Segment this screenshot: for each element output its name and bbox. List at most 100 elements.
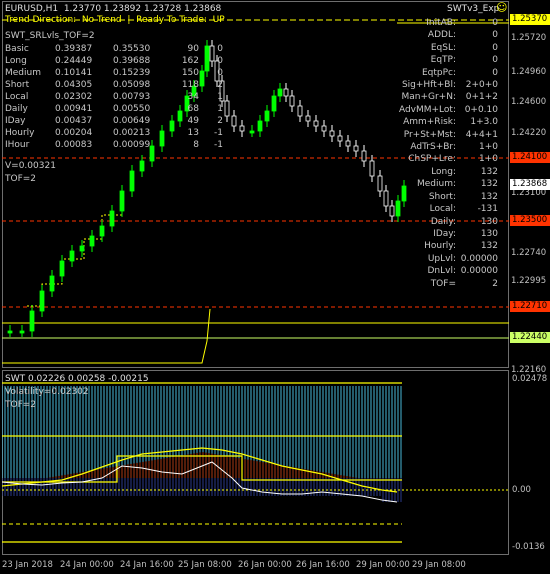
right-stat-row: InitAB: 0 (399, 17, 498, 29)
right-stat-key: Medium: (416, 179, 456, 190)
time-axis-label: 26 Jan 00:00 (238, 560, 292, 570)
right-stat-value: 0 (492, 67, 498, 78)
price-tag: 1.22710 (510, 301, 550, 312)
time-axis-label: 23 Jan 2018 (2, 560, 53, 570)
left-stat-a: 0.39387 (55, 44, 93, 54)
left-stat-c: 8 (193, 140, 199, 150)
right-stat-key: Daily: (430, 216, 456, 227)
left-stat-c: 34 (187, 92, 199, 102)
time-axis-label: 29 Jan 00:00 (356, 560, 410, 570)
right-stat-value: 0+0.10 (464, 104, 498, 115)
left-stat-b: 0.35530 (113, 44, 151, 54)
right-stat-key: IDay: (433, 228, 456, 239)
right-stat-key: Hourly: (424, 241, 456, 252)
candle-body (249, 130, 255, 134)
left-stat-d: 0 (217, 68, 223, 78)
right-stat-value: 0.00000 (460, 253, 498, 264)
price-tag: 1.23500 (510, 215, 550, 226)
candle-body (19, 330, 25, 334)
price-axis-label: 1.24220 (511, 128, 547, 138)
right-stat-value: 0 (492, 18, 498, 28)
left-stat-a: 0.00437 (55, 116, 93, 126)
right-stat-value: 1+0 (479, 154, 498, 165)
left-stat-c: 13 (187, 128, 199, 138)
left-stat-d: -1 (214, 128, 223, 138)
left-stat-row: Daily 0.00941 0.00550 68 1 (5, 103, 223, 115)
candle-body (129, 170, 135, 192)
left-stat-b: 0.15239 (113, 68, 151, 78)
candle-body (99, 225, 105, 237)
right-stat-key: DnLvl: (427, 266, 456, 277)
left-stat-b: 0.00793 (113, 92, 151, 102)
right-stat-row: UpLvl: 0.00000 (399, 253, 498, 265)
left-stat-row: Long 0.24449 0.39688 162 0 (5, 55, 223, 67)
ea-name[interactable]: SWTv3_Exp (447, 3, 499, 15)
right-stats-panel: InitAB: 0 ADDL: 0 EqSL: 0 EqTP: 0 EqtpPc: 0 Sig+Hf… (399, 17, 498, 290)
indicator-title: SWT 0.02226 0.00258 -0.00215 (5, 374, 149, 384)
candle-body (377, 175, 383, 192)
right-stat-key: ChSP+Lre: (408, 154, 456, 165)
indicator-axis-top: 0.02478 (512, 374, 548, 384)
left-stat-b: 0.00213 (113, 128, 151, 138)
left-stat-a: 0.00941 (55, 104, 93, 114)
left-stat-b: 0.00099 (113, 140, 151, 150)
left-stat-d: 0 (217, 56, 223, 66)
right-stat-value: 0.00000 (460, 266, 498, 277)
candle-body (239, 125, 245, 132)
right-stat-value: 132 (480, 179, 498, 190)
indicator-tof: TOF=2 (5, 400, 37, 410)
candle-body (305, 115, 311, 122)
right-stat-key: EqTP: (430, 55, 456, 66)
right-stat-row: Local: -131 (399, 203, 498, 215)
candle-body (69, 250, 75, 262)
price-tag: 1.24100 (510, 152, 550, 163)
candle-body (297, 105, 303, 117)
yellow-trace (172, 308, 211, 364)
left-stat-a: 0.00204 (55, 128, 93, 138)
candle-body (29, 310, 35, 332)
left-stat-a: 0.24449 (55, 56, 93, 66)
left-stat-c: 68 (187, 104, 199, 114)
candle-body (39, 290, 45, 312)
right-stat-key: InitAB: (426, 18, 456, 28)
left-stat-c: 90 (187, 44, 199, 54)
price-tag: 1.23868 (510, 179, 550, 190)
right-stat-value: 1+0 (479, 142, 498, 153)
left-stat-name: Local (5, 92, 29, 102)
right-stat-value: 2+0+0 (465, 80, 498, 91)
right-stat-row: Daily: 130 (399, 216, 498, 228)
left-stat-row: Short 0.04305 0.05098 118 2 (5, 79, 223, 91)
right-stat-row: EqTP: 0 (399, 54, 498, 66)
v-line: V=0.00321 (5, 161, 56, 171)
right-stat-key: Local: (429, 204, 456, 215)
left-stat-a: 0.02302 (55, 92, 93, 102)
price-axis-label: 1.24960 (511, 67, 547, 77)
candle-body (79, 245, 85, 252)
right-stat-row: Man+Gr+N: 0+1+2 (399, 91, 498, 103)
ea-smiley-icon: ☺ (496, 1, 508, 14)
right-stat-value: -131 (477, 204, 498, 215)
time-axis-label: 24 Jan 16:00 (120, 560, 174, 570)
left-stat-d: 1 (217, 104, 223, 114)
right-stat-value: 0 (492, 42, 498, 53)
time-axis-label: 26 Jan 16:00 (296, 560, 350, 570)
left-stat-name: Daily (5, 104, 28, 114)
right-stat-row: AdvMM+Lot: 0+0.10 (399, 104, 498, 116)
left-stat-b: 0.00649 (113, 116, 151, 126)
left-stat-d: -1 (214, 140, 223, 150)
right-stat-key: TOF= (430, 278, 456, 289)
left-stat-row: Basic 0.39387 0.35530 90 0 (5, 43, 223, 55)
candle-body (277, 88, 283, 97)
candle-body (231, 115, 237, 127)
right-stat-key: ADDL: (427, 30, 456, 41)
tof-line: TOF=2 (5, 174, 37, 184)
candle-body (264, 110, 270, 122)
left-stat-name: Short (5, 80, 30, 90)
candle-body (139, 160, 145, 172)
right-stat-key: Man+Gr+N: (401, 92, 456, 103)
right-stat-value: 0+1+2 (465, 92, 498, 103)
candle-body (369, 160, 375, 177)
right-stat-key: EqtpPc: (421, 67, 456, 78)
left-stat-name: Hourly (5, 128, 35, 138)
left-stat-name: IHour (5, 140, 30, 150)
